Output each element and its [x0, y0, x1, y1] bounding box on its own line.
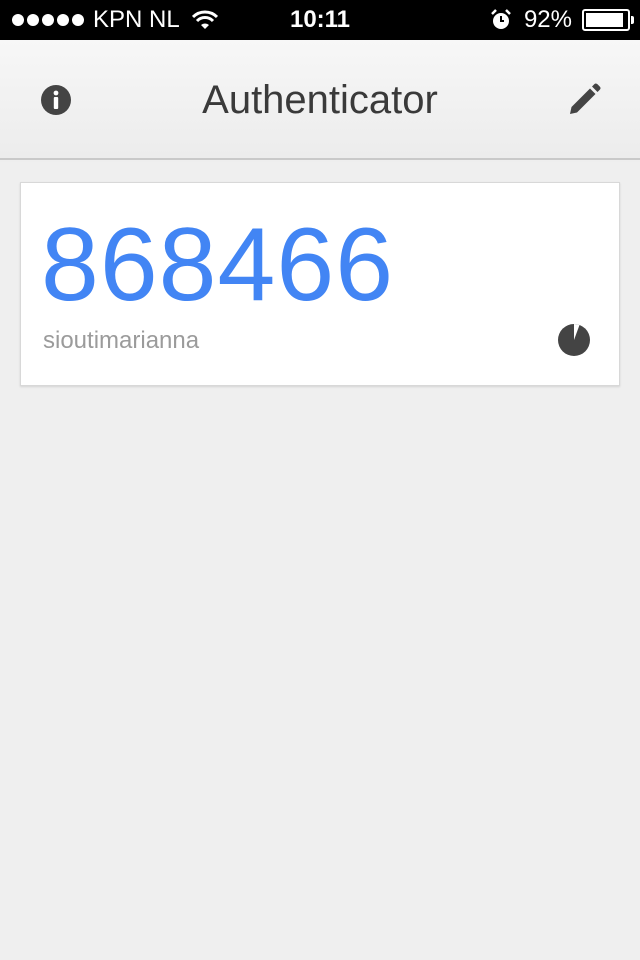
countdown-pie-icon	[558, 324, 590, 356]
account-name: sioutimarianna	[43, 327, 200, 354]
alarm-icon	[491, 9, 511, 29]
app-bar: Authenticator	[0, 40, 640, 160]
status-right: 92%	[490, 0, 634, 40]
battery-icon	[582, 9, 634, 31]
battery-level	[586, 13, 623, 27]
page-title: Authenticator	[202, 78, 438, 122]
info-icon[interactable]	[40, 84, 72, 116]
account-list: 868466 sioutimarianna	[0, 162, 640, 960]
pencil-icon[interactable]	[566, 82, 602, 118]
otp-code[interactable]: 868466	[41, 213, 394, 317]
battery-percent: 92%	[523, 6, 572, 33]
status-bar: KPN NL 10:11 92%	[0, 0, 640, 40]
account-card[interactable]: 868466 sioutimarianna	[20, 182, 620, 386]
